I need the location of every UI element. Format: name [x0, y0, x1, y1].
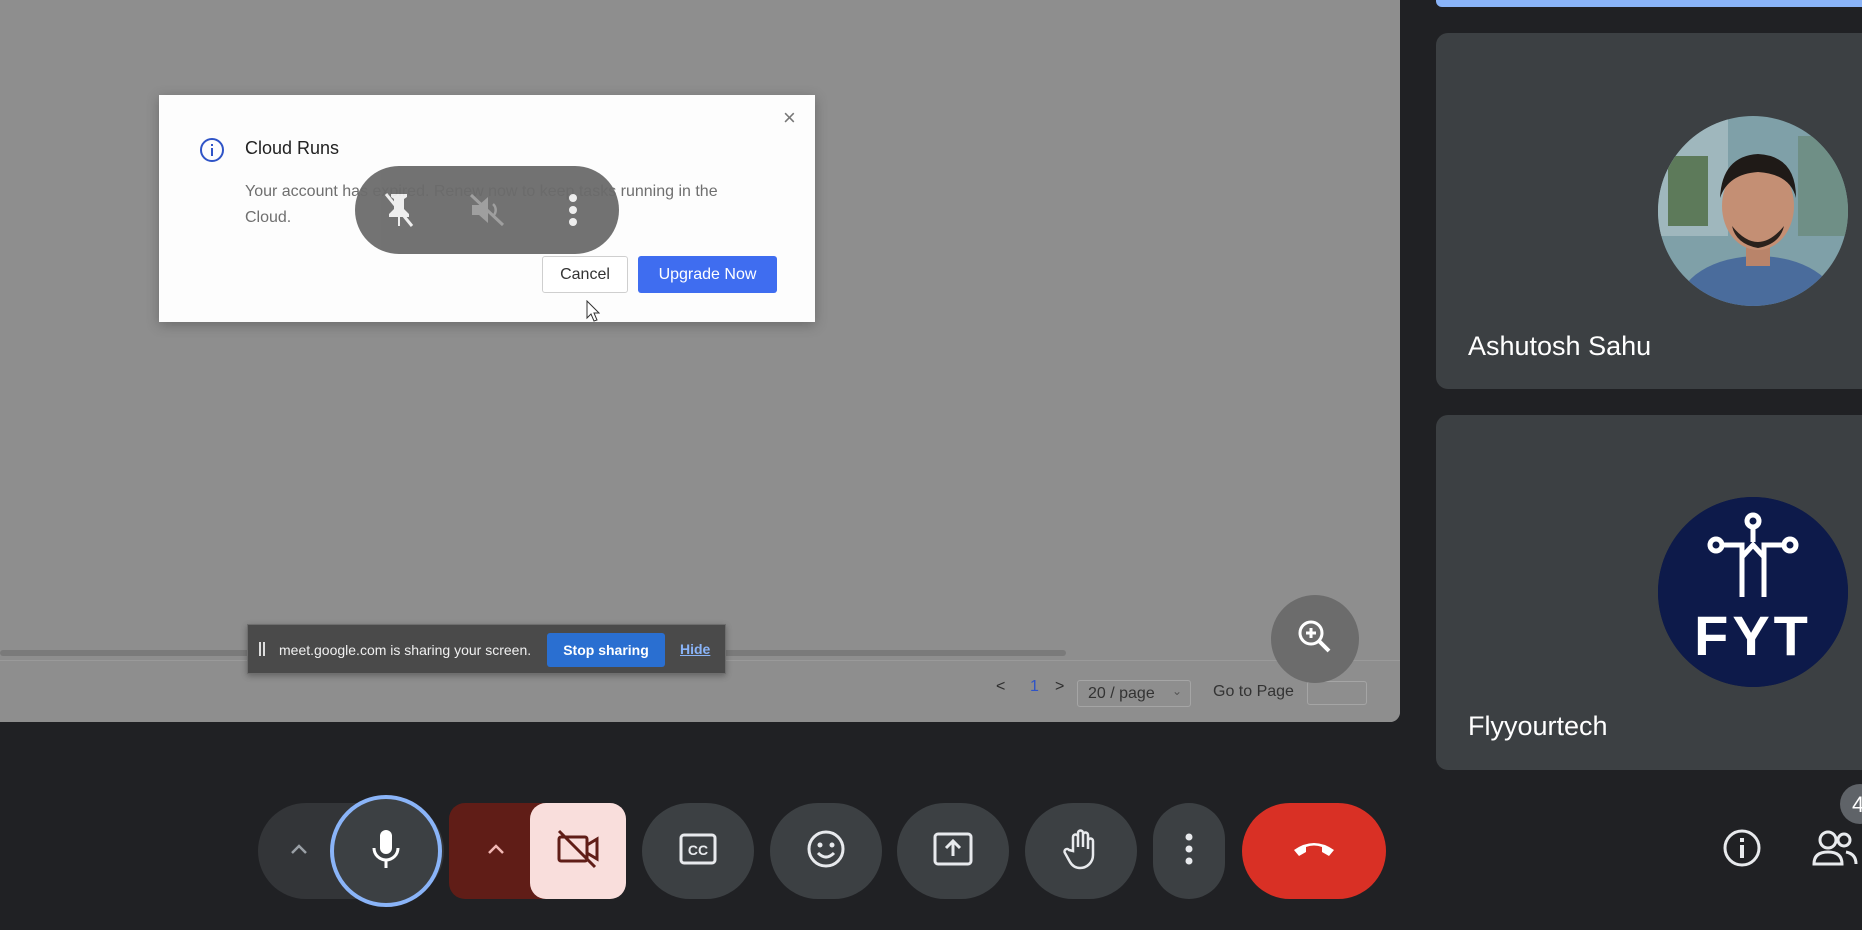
page-size-select[interactable]: 20 / page ⌄ [1077, 680, 1191, 707]
dialog-title: Cloud Runs [245, 138, 340, 158]
fyt-logo-text: FYT [1694, 604, 1812, 667]
chevron-down-icon: ⌄ [1171, 684, 1182, 698]
camera-off-icon [555, 829, 601, 874]
info-icon [198, 136, 226, 169]
avatar [1658, 116, 1848, 306]
stop-sharing-button[interactable]: Stop sharing [547, 633, 665, 667]
current-page[interactable]: 1 [1030, 678, 1039, 696]
participant-tile[interactable]: FYT Flyyourtech [1436, 415, 1862, 770]
reactions-button[interactable] [770, 803, 882, 899]
closed-captions-icon: CC [679, 833, 717, 870]
raise-hand-button[interactable] [1025, 803, 1137, 899]
tile-actions-pill [355, 166, 619, 254]
share-message: meet.google.com is sharing your screen. [279, 642, 532, 658]
present-screen-icon [933, 832, 973, 871]
more-vert-icon[interactable] [549, 186, 597, 234]
zoom-in-icon [1295, 617, 1335, 662]
participant-tile[interactable]: Ashutosh Sahu [1436, 33, 1862, 389]
raise-hand-icon [1061, 827, 1101, 876]
mic-icon [371, 828, 401, 875]
meeting-info-icon[interactable] [1722, 828, 1762, 873]
next-page-button[interactable]: > [1055, 678, 1064, 696]
active-tile-strip [1436, 0, 1862, 7]
prev-page-button[interactable]: < [996, 678, 1005, 696]
goto-page-input[interactable] [1307, 681, 1367, 705]
zoom-in-button[interactable] [1271, 595, 1359, 683]
more-options-button[interactable] [1153, 803, 1225, 899]
participant-name: Ashutosh Sahu [1468, 331, 1652, 361]
captions-button[interactable]: CC [642, 803, 754, 899]
emoji-icon [806, 829, 846, 874]
people-icon[interactable] [1812, 828, 1858, 873]
more-vert-icon [1184, 832, 1194, 871]
goto-page-label: Go to Page [1213, 683, 1294, 700]
cancel-button[interactable]: Cancel [542, 256, 628, 293]
screen-share-notification: meet.google.com is sharing your screen. … [247, 624, 726, 674]
upgrade-now-button[interactable]: Upgrade Now [638, 256, 777, 293]
close-icon[interactable]: × [783, 105, 796, 131]
participant-name: Flyyourtech [1468, 711, 1608, 741]
mouse-cursor-icon [586, 299, 601, 327]
people-count-badge: 4 [1840, 784, 1862, 824]
drag-handle-icon[interactable] [259, 642, 265, 656]
avatar: FYT [1658, 497, 1848, 687]
unpin-icon[interactable] [375, 186, 423, 234]
page-size-value: 20 / page [1088, 685, 1155, 702]
caret-up-icon[interactable] [288, 839, 310, 866]
microphone-button[interactable] [330, 795, 442, 907]
end-call-icon [1291, 838, 1337, 865]
shared-screen: < 1 > 20 / page ⌄ Go to Page Cloud Runs … [0, 0, 1400, 722]
caret-up-icon[interactable] [485, 839, 507, 866]
present-screen-button[interactable] [897, 803, 1009, 899]
svg-text:CC: CC [688, 842, 708, 858]
camera-toggle-button[interactable] [530, 803, 626, 899]
mute-volume-icon[interactable] [463, 186, 511, 234]
leave-call-button[interactable] [1242, 803, 1386, 899]
hide-link[interactable]: Hide [680, 641, 710, 657]
